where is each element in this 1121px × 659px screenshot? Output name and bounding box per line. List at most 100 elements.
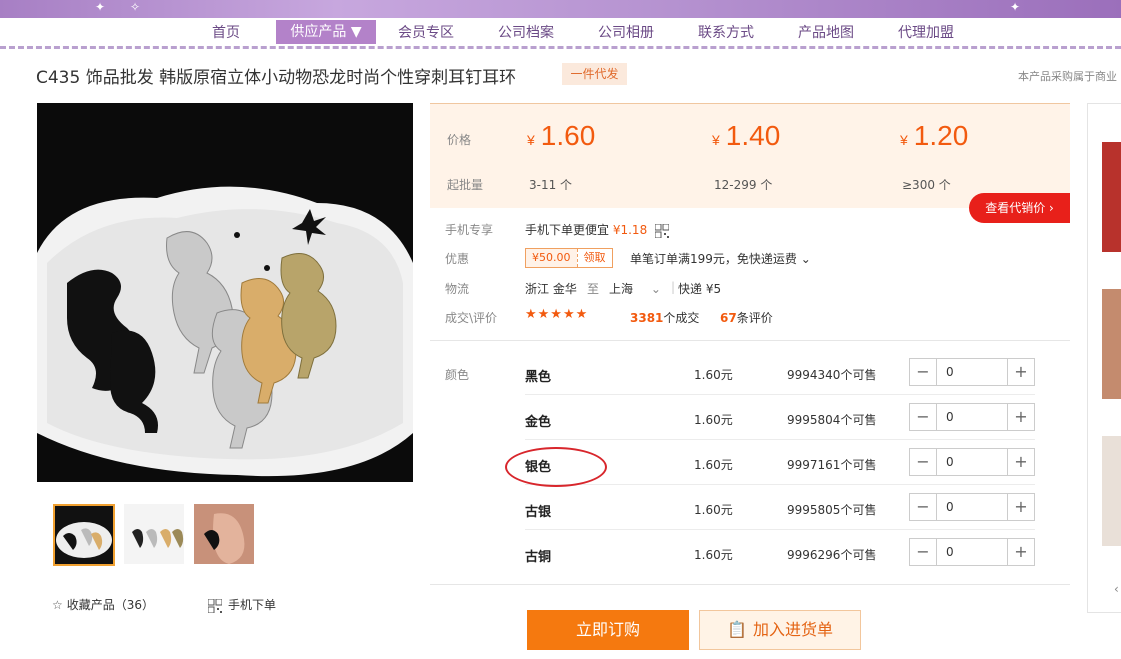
sku-stock: 9994340个可售 bbox=[787, 368, 877, 382]
thumbnail-image bbox=[194, 504, 254, 564]
coupon-claim[interactable]: 领取 bbox=[576, 249, 612, 267]
add-to-cart-button[interactable]: 📋 加入进货单 bbox=[699, 610, 861, 650]
sku-stock: 9995805个可售 bbox=[787, 503, 877, 517]
reviews-count[interactable]: 67条评价 bbox=[720, 309, 773, 326]
tier-qty-2: 12-299 个 bbox=[714, 178, 773, 192]
shipping-fee: 快递 ¥5 bbox=[678, 282, 722, 296]
quantity-input[interactable]: 0 bbox=[946, 539, 954, 565]
quantity-input[interactable]: 0 bbox=[946, 449, 954, 475]
mobile-order-label: 手机下单 bbox=[228, 598, 277, 612]
nav-members[interactable]: 会员专区 bbox=[386, 22, 466, 44]
thumbnail-image bbox=[55, 506, 113, 564]
tier-qty-1: 3-11 个 bbox=[529, 178, 573, 192]
plus-icon[interactable]: + bbox=[1007, 449, 1034, 475]
view-agent-price-button[interactable]: 查看代销价 › bbox=[969, 193, 1070, 223]
sku-row: 古铜 1.60元 9996296个可售 − 0 + bbox=[525, 532, 1035, 577]
header-banner: ✦ ✧ ✦ bbox=[0, 0, 1121, 18]
free-shipping-text: 单笔订单满199元，免快递运费 ⌄ bbox=[630, 252, 811, 266]
annotation-circle bbox=[505, 447, 607, 487]
mobile-order-link[interactable]: 手机下单 bbox=[208, 596, 276, 613]
sku-price: 1.60元 bbox=[694, 368, 733, 382]
nav-agency[interactable]: 代理加盟 bbox=[886, 22, 966, 44]
tier-price-3: ¥1.20 bbox=[900, 120, 969, 151]
favorite-label: 收藏产品（36） bbox=[66, 598, 155, 612]
plus-icon[interactable]: + bbox=[1007, 494, 1034, 520]
thumbnail-1[interactable] bbox=[53, 504, 115, 566]
sku-price: 1.60元 bbox=[694, 503, 733, 517]
divider-line bbox=[430, 340, 1070, 341]
quantity-stepper: − 0 + bbox=[909, 538, 1035, 566]
sparkle-icon: ✦ bbox=[95, 0, 106, 14]
related-products-sidebar: ‹ bbox=[1087, 103, 1121, 613]
qr-code-icon[interactable] bbox=[655, 223, 670, 238]
add-to-cart-label: 加入进货单 bbox=[752, 620, 833, 639]
related-product-image[interactable] bbox=[1102, 289, 1121, 399]
row-divider bbox=[525, 484, 1035, 485]
sku-stock: 9995804个可售 bbox=[787, 413, 877, 427]
nav-home[interactable]: 首页 bbox=[196, 22, 256, 44]
mobile-exclusive-text: 手机下单更便宜 ¥1.18 bbox=[525, 221, 675, 238]
buy-now-button[interactable]: 立即订购 bbox=[527, 610, 689, 650]
minus-icon[interactable]: − bbox=[910, 539, 937, 565]
row-divider bbox=[525, 529, 1035, 530]
thumbnail-3[interactable] bbox=[194, 504, 254, 564]
quantity-stepper: − 0 + bbox=[909, 403, 1035, 431]
tier-price-1: ¥1.60 bbox=[527, 120, 596, 151]
ship-from: 浙江 金华 bbox=[525, 282, 577, 296]
minus-icon[interactable]: − bbox=[910, 359, 937, 385]
sku-name: 黑色 bbox=[525, 370, 552, 385]
thumbnail-image bbox=[124, 504, 184, 564]
right-note: 本产品采购属于商业 bbox=[1018, 70, 1117, 83]
main-nav: 首页 供应产品 ▼ 会员专区 公司档案 公司相册 联系方式 产品地图 代理加盟 bbox=[0, 18, 1121, 49]
moq-label: 起批量 bbox=[447, 178, 484, 192]
ship-to-word: 至 bbox=[587, 282, 600, 296]
quantity-input[interactable]: 0 bbox=[946, 404, 954, 430]
minus-icon[interactable]: − bbox=[910, 449, 937, 475]
quantity-stepper: − 0 + bbox=[909, 358, 1035, 386]
divider-line bbox=[430, 584, 1070, 585]
favorite-product[interactable]: ☆ 收藏产品（36） bbox=[52, 596, 154, 613]
sku-stock: 9997161个可售 bbox=[787, 458, 877, 472]
ship-to-select[interactable]: 上海 ⌄ bbox=[609, 280, 661, 297]
divider: | bbox=[671, 280, 676, 294]
rating-stars: ★★★★★ bbox=[525, 307, 589, 322]
deals-count[interactable]: 3381个成交 bbox=[630, 309, 699, 326]
chevron-down-icon[interactable]: ⌄ bbox=[801, 252, 811, 266]
dropship-badge: 一件代发 bbox=[562, 63, 627, 85]
quantity-input[interactable]: 0 bbox=[946, 494, 954, 520]
plus-icon[interactable]: + bbox=[1007, 539, 1034, 565]
quantity-stepper: − 0 + bbox=[909, 493, 1035, 521]
logistics-label: 物流 bbox=[445, 282, 470, 296]
row-divider bbox=[525, 394, 1035, 395]
nav-company-profile[interactable]: 公司档案 bbox=[486, 22, 566, 44]
thumbnail-2[interactable] bbox=[124, 504, 184, 564]
plus-icon[interactable]: + bbox=[1007, 359, 1034, 385]
dinosaur-earrings-photo bbox=[37, 103, 413, 482]
color-label: 颜色 bbox=[445, 368, 470, 382]
minus-icon[interactable]: − bbox=[910, 494, 937, 520]
clipboard-icon: 📋 bbox=[727, 620, 747, 639]
star-outline-icon: ☆ bbox=[52, 598, 63, 612]
nav-company-album[interactable]: 公司相册 bbox=[586, 22, 666, 44]
sku-price: 1.60元 bbox=[694, 413, 733, 427]
plus-icon[interactable]: + bbox=[1007, 404, 1034, 430]
coupon-amount: ¥50.00 bbox=[526, 249, 577, 267]
main-product-image[interactable] bbox=[37, 103, 413, 482]
sku-name: 古铜 bbox=[525, 550, 552, 565]
nav-product-map[interactable]: 产品地图 bbox=[786, 22, 866, 44]
minus-icon[interactable]: − bbox=[910, 404, 937, 430]
nav-contact[interactable]: 联系方式 bbox=[686, 22, 766, 44]
nav-products[interactable]: 供应产品 ▼ bbox=[276, 20, 376, 44]
quantity-input[interactable]: 0 bbox=[946, 359, 954, 385]
deal-review-label: 成交\评价 bbox=[445, 311, 498, 325]
sku-row: 金色 1.60元 9995804个可售 − 0 + bbox=[525, 397, 1035, 442]
coupon[interactable]: ¥50.00 领取 bbox=[525, 248, 613, 268]
chevron-left-icon[interactable]: ‹ bbox=[1114, 582, 1119, 596]
related-product-image[interactable] bbox=[1102, 142, 1121, 252]
sparkle-icon: ✦ bbox=[1010, 0, 1021, 14]
sku-row: 黑色 1.60元 9994340个可售 − 0 + bbox=[525, 352, 1035, 397]
qr-code-icon bbox=[208, 598, 222, 613]
related-product-image[interactable] bbox=[1102, 436, 1121, 546]
sku-stock: 9996296个可售 bbox=[787, 548, 877, 562]
quantity-stepper: − 0 + bbox=[909, 448, 1035, 476]
